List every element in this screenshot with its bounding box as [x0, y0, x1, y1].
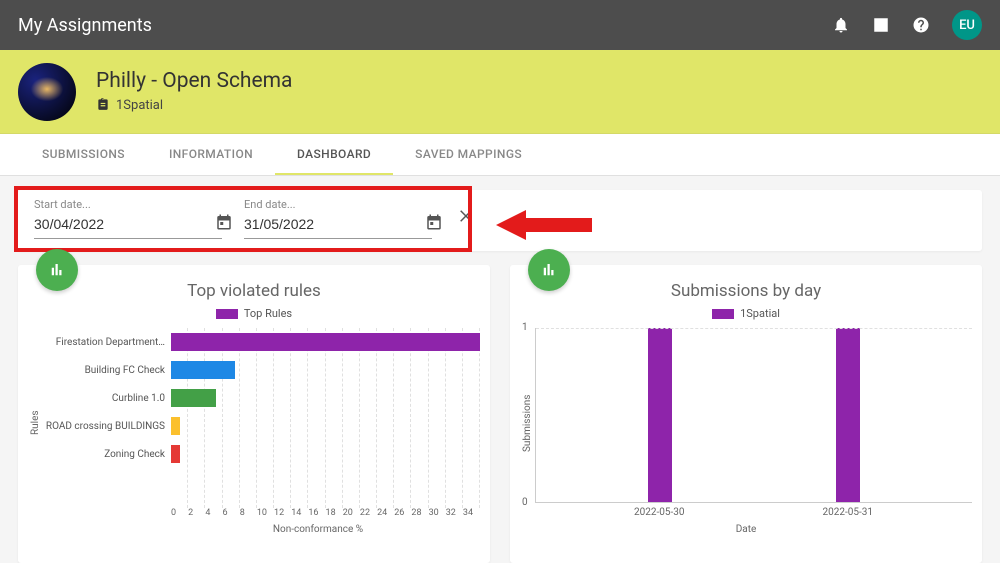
tabs: SUBMISSIONS INFORMATION DASHBOARD SAVED … — [0, 134, 1000, 176]
legend-swatch — [712, 309, 734, 319]
tab-information[interactable]: INFORMATION — [147, 134, 275, 175]
bar-row: ROAD crossing BUILDINGS — [43, 412, 480, 440]
x-tick-label: 2022-05-30 — [634, 507, 685, 518]
calendar-icon[interactable] — [215, 213, 233, 235]
clear-date-button[interactable] — [458, 207, 476, 231]
bar-row: Building FC Check — [43, 356, 480, 384]
charts-row: Top violated rules Top Rules Rules Fires… — [0, 251, 1000, 563]
start-date-input[interactable] — [34, 216, 215, 232]
page-title: My Assignments — [18, 15, 832, 36]
bar — [171, 417, 180, 435]
start-date-label: Start date... — [34, 198, 222, 211]
chart-title: Submissions by day — [520, 281, 972, 301]
chart-action-button[interactable] — [528, 249, 570, 291]
chart-action-button[interactable] — [36, 249, 78, 291]
start-date-field: Start date... — [34, 198, 222, 239]
notifications-icon[interactable] — [832, 16, 850, 34]
x-axis-ticks: 0246810121416182022242628303234 — [171, 508, 480, 518]
bar-row: Firestation Department… — [43, 328, 480, 356]
calendar-icon[interactable] — [425, 213, 443, 235]
legend-swatch — [216, 309, 238, 319]
chart-plot: Submissions 10 2022-05-302022-05-31 — [520, 328, 972, 518]
bar-label: Firestation Department… — [43, 337, 171, 348]
end-date-label: End date... — [244, 198, 432, 211]
topbar-actions: EU — [832, 10, 982, 40]
chart-plot: Rules Firestation Department… Building FC… — [28, 328, 480, 518]
bar — [648, 328, 672, 502]
topbar: My Assignments EU — [0, 0, 1000, 50]
bar — [171, 361, 235, 379]
project-title: Philly - Open Schema — [96, 69, 292, 93]
bar — [171, 445, 180, 463]
bar — [171, 389, 216, 407]
legend-label: 1Spatial — [740, 307, 780, 320]
x-axis-label: Non-conformance % — [156, 524, 480, 535]
bar — [171, 333, 480, 351]
help-icon[interactable] — [912, 16, 930, 34]
end-date-input[interactable] — [244, 216, 425, 232]
bar-label: Building FC Check — [43, 365, 171, 376]
project-org-label: 1Spatial — [116, 98, 163, 113]
y-axis-label: Rules — [28, 328, 43, 518]
tab-saved-mappings[interactable]: SAVED MAPPINGS — [393, 134, 544, 175]
chart-submissions-by-day: Submissions by day 1Spatial Submissions … — [510, 265, 982, 563]
annotation-arrow — [496, 208, 592, 246]
plot-area: 10 — [535, 328, 972, 503]
bar-label: Zoning Check — [43, 449, 171, 460]
bar — [836, 328, 860, 502]
y-axis-ticks: 10 — [522, 322, 528, 508]
bar-label: Curbline 1.0 — [43, 393, 171, 404]
clipboard-icon — [96, 97, 110, 115]
project-org: 1Spatial — [96, 97, 292, 115]
project-image — [18, 63, 76, 121]
analytics-icon[interactable] — [872, 16, 890, 34]
legend-label: Top Rules — [244, 307, 292, 320]
bar-row: Zoning Check — [43, 440, 480, 468]
chart-legend: 1Spatial — [520, 307, 972, 320]
date-range-bar: Start date... End date... — [18, 190, 982, 251]
tab-submissions[interactable]: SUBMISSIONS — [20, 134, 147, 175]
x-axis-label: Date — [520, 524, 972, 535]
x-axis-ticks: 2022-05-30 2022-05-31 — [535, 503, 972, 518]
user-avatar[interactable]: EU — [952, 10, 982, 40]
x-tick-label: 2022-05-31 — [823, 507, 874, 518]
end-date-field: End date... — [244, 198, 432, 239]
chart-title: Top violated rules — [28, 281, 480, 301]
bar-label: ROAD crossing BUILDINGS — [43, 421, 171, 432]
chart-legend: Top Rules — [28, 307, 480, 320]
chart-top-violated-rules: Top violated rules Top Rules Rules Fires… — [18, 265, 490, 563]
tab-dashboard[interactable]: DASHBOARD — [275, 134, 393, 175]
bar-row: Curbline 1.0 — [43, 384, 480, 412]
project-header: Philly - Open Schema 1Spatial — [0, 50, 1000, 134]
